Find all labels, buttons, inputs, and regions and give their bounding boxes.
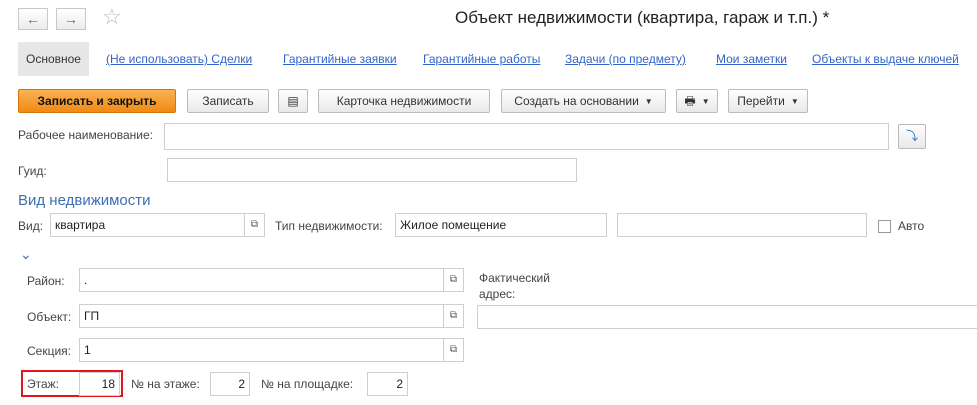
tab-warranty-claims[interactable]: Гарантийные заявки: [283, 42, 397, 76]
dropdown-caret-icon: ▼: [644, 96, 653, 106]
back-button[interactable]: ←: [18, 8, 48, 30]
auto-checkbox[interactable]: [878, 220, 891, 233]
work-name-input[interactable]: [164, 123, 889, 150]
actual-address-input[interactable]: [477, 305, 977, 329]
save-button[interactable]: Записать: [187, 89, 269, 113]
favorite-star-icon[interactable]: ☆: [102, 4, 122, 30]
tab-warranty-works[interactable]: Гарантийные работы: [423, 42, 540, 76]
floor-number-input[interactable]: 2: [210, 372, 250, 396]
arrow-left-icon: ←: [26, 11, 40, 27]
section-title: Вид недвижимости: [18, 192, 151, 209]
type-input[interactable]: Жилое помещение: [395, 213, 607, 237]
tab-key-handover[interactable]: Объекты к выдаче ключей: [812, 42, 959, 76]
chevron-down-icon[interactable]: ⌄: [20, 246, 32, 263]
object-open-button[interactable]: ⧉: [444, 304, 464, 328]
section-input[interactable]: 1: [79, 338, 444, 362]
kind-open-button[interactable]: ⧉: [245, 213, 265, 237]
dropdown-caret-icon: ▼: [701, 96, 710, 106]
kind-label: Вид:: [18, 219, 44, 233]
site-number-input[interactable]: 2: [367, 372, 408, 396]
tab-my-notes[interactable]: Мои заметки: [716, 42, 787, 76]
type-label: Тип недвижимости:: [275, 219, 383, 233]
dropdown-caret-icon: ▼: [790, 96, 799, 106]
go-to-button[interactable]: Перейти ▼: [728, 89, 808, 113]
object-input[interactable]: ГП: [79, 304, 444, 328]
floor-input[interactable]: 18: [79, 372, 120, 396]
save-and-close-button[interactable]: Записать и закрыть: [18, 89, 176, 113]
work-name-label: Рабочее наименование:: [18, 128, 153, 142]
window-title: Объект недвижимости (квартира, гараж и т…: [455, 8, 830, 27]
tab-bar: Основное (Не использовать) Сделки Гарант…: [18, 42, 977, 76]
create-based-on-button[interactable]: Создать на основании ▼: [501, 89, 666, 113]
arrow-right-icon: →: [64, 11, 78, 27]
refresh-name-button[interactable]: ⤵: [898, 124, 926, 149]
arrow-turn-down-icon: ⤵: [905, 129, 918, 143]
extra-input[interactable]: [617, 213, 867, 237]
guid-input[interactable]: [167, 158, 577, 182]
section-label: Секция:: [27, 344, 71, 358]
go-to-label: Перейти: [737, 94, 785, 108]
actual-address-label: Фактический адрес:: [479, 271, 550, 301]
list-button[interactable]: ▤: [278, 89, 308, 113]
district-open-button[interactable]: ⧉: [444, 268, 464, 292]
kind-input[interactable]: квартира: [50, 213, 245, 237]
print-menu-button[interactable]: 🖶 ▼: [676, 89, 718, 113]
floor-number-label: № на этаже:: [131, 377, 200, 391]
forward-button[interactable]: →: [56, 8, 86, 30]
auto-label: Авто: [898, 219, 925, 233]
district-label: Район:: [27, 274, 65, 288]
document-list-icon: ▤: [287, 94, 299, 108]
open-icon: ⧉: [449, 310, 458, 321]
create-based-on-label: Создать на основании: [514, 94, 639, 108]
guid-label: Гуид:: [18, 164, 47, 178]
print-icon: 🖶: [684, 94, 696, 108]
open-icon: ⧉: [449, 274, 458, 285]
property-card-button[interactable]: Карточка недвижимости: [318, 89, 490, 113]
tab-deals[interactable]: (Не использовать) Сделки: [106, 42, 252, 76]
open-icon: ⧉: [250, 219, 259, 230]
tab-tasks[interactable]: Задачи (по предмету): [565, 42, 686, 76]
district-input[interactable]: .: [79, 268, 444, 292]
floor-label: Этаж:: [27, 377, 60, 391]
tab-main[interactable]: Основное: [18, 42, 89, 76]
section-open-button[interactable]: ⧉: [444, 338, 464, 362]
site-number-label: № на площадке:: [261, 377, 354, 391]
open-icon: ⧉: [449, 344, 458, 355]
object-label: Объект:: [27, 310, 72, 324]
